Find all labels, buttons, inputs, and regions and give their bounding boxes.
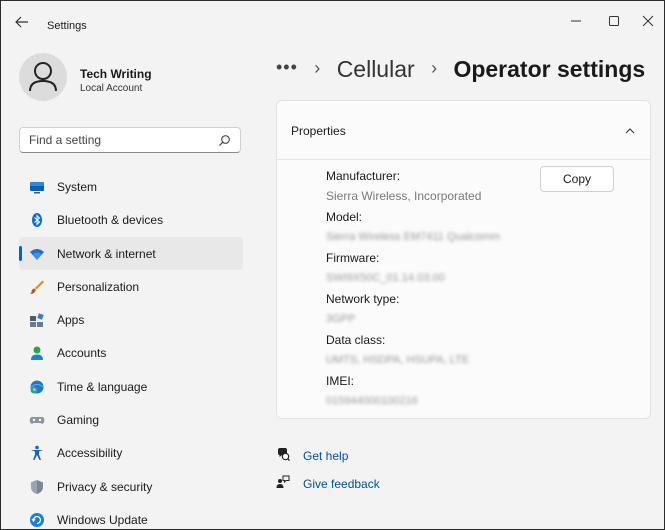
settings-window: Settings Tech Writing Local Account Find…	[0, 0, 665, 530]
help-chat-icon	[276, 447, 290, 461]
bluetooth-icon	[29, 212, 45, 228]
search-box[interactable]	[19, 127, 241, 153]
feedback-icon	[276, 475, 290, 489]
model-label: Model:	[326, 210, 363, 224]
minimize-icon[interactable]	[559, 11, 593, 31]
title-bar: Settings	[1, 1, 664, 41]
sidebar-item-label: Network & internet	[57, 246, 156, 261]
sidebar-item-accessibility[interactable]: Accessibility	[19, 436, 243, 469]
brush-icon	[29, 279, 45, 295]
sidebar-item-label: Accounts	[57, 346, 107, 361]
data-class-value: UMTS, HSDPA, HSUPA, LTE	[326, 354, 470, 366]
copy-button[interactable]: Copy	[540, 166, 614, 192]
gamepad-icon	[29, 412, 45, 428]
sidebar-item-label: Personalization	[57, 279, 140, 294]
sidebar-item-personalization[interactable]: Personalization	[19, 270, 243, 303]
properties-title: Properties	[291, 124, 346, 138]
sidebar-item-bluetooth-devices[interactable]: Bluetooth & devices	[19, 203, 243, 236]
data-class-label: Data class:	[326, 333, 386, 347]
sidebar-item-label: Gaming	[57, 413, 100, 428]
update-icon	[29, 512, 45, 528]
sidebar-item-label: Time & language	[57, 379, 148, 394]
system-icon	[29, 179, 45, 195]
accessibility-icon	[29, 445, 45, 461]
close-icon[interactable]	[631, 11, 664, 31]
person-icon	[29, 345, 45, 361]
properties-card: Properties Manufacturer: Sierra Wireless…	[276, 100, 651, 419]
profile-name: Tech Writing	[80, 67, 152, 81]
avatar	[19, 53, 67, 101]
manufacturer-label: Manufacturer:	[326, 169, 401, 183]
page-title: Operator settings	[453, 56, 646, 82]
sidebar-item-gaming[interactable]: Gaming	[19, 403, 243, 436]
profile-account-type: Local Account	[80, 83, 143, 94]
manufacturer-value: Sierra Wireless, Incorporated	[326, 189, 482, 203]
sidebar-item-privacy-security[interactable]: Privacy & security	[19, 470, 243, 503]
sidebar-item-network-internet[interactable]: Network & internet	[19, 236, 243, 270]
maximize-icon[interactable]	[597, 11, 631, 31]
sidebar-item-windows-update[interactable]: Windows Update	[19, 503, 243, 529]
imei-label: IMEI:	[326, 374, 355, 388]
breadcrumb-separator-icon: ›	[431, 58, 438, 78]
sidebar-item-label: Windows Update	[57, 512, 148, 527]
breadcrumb-separator-icon: ›	[314, 58, 321, 78]
firmware-value: SWI9X50C_01.14.03.00	[326, 272, 445, 284]
breadcrumb: ••• › Cellular › Operator settings	[276, 56, 645, 83]
globe-clock-icon	[29, 379, 45, 395]
network-type-label: Network type:	[326, 292, 400, 306]
sidebar-item-accounts[interactable]: Accounts	[19, 336, 243, 369]
sidebar-item-label: Accessibility	[57, 446, 123, 461]
wifi-icon	[29, 246, 45, 262]
breadcrumb-parent[interactable]: Cellular	[337, 56, 415, 82]
sidebar-item-time-language[interactable]: Time & language	[19, 370, 243, 403]
apps-icon	[29, 312, 45, 328]
sidebar-item-label: System	[57, 180, 98, 194]
app-title: Settings	[47, 20, 87, 32]
chevron-up-icon[interactable]	[624, 125, 636, 135]
sidebar-item-system[interactable]: System	[19, 170, 243, 203]
properties-header[interactable]: Properties	[277, 101, 650, 160]
get-help-text[interactable]: Get help	[303, 449, 348, 463]
imei-value: 015944000100216	[326, 395, 418, 407]
search-icon[interactable]	[218, 134, 231, 147]
firmware-label: Firmware:	[326, 251, 380, 265]
sidebar-item-label: Bluetooth & devices	[57, 213, 164, 228]
breadcrumb-ellipsis[interactable]: •••	[276, 57, 298, 77]
person-avatar-icon	[29, 62, 57, 92]
sidebar-nav: System Bluetooth & devices Network & int…	[19, 170, 243, 529]
give-feedback-text[interactable]: Give feedback	[303, 477, 380, 491]
search-input[interactable]	[29, 132, 209, 148]
sidebar-item-apps[interactable]: Apps	[19, 303, 243, 336]
network-type-value: 3GPP	[326, 313, 356, 325]
model-value: Sierra Wireless EM7411 Qualcomm	[326, 231, 501, 243]
shield-icon	[29, 479, 45, 495]
sidebar-item-label: Apps	[57, 313, 85, 328]
active-indicator	[19, 245, 22, 261]
back-arrow-icon[interactable]	[15, 16, 29, 28]
sidebar-item-label: Privacy & security	[57, 479, 153, 494]
